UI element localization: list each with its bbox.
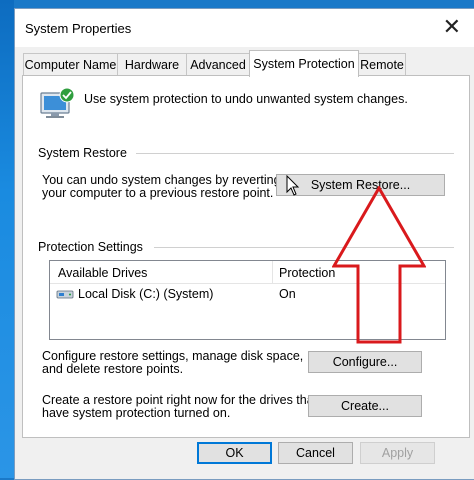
drive-name: Local Disk (C:) (System): [78, 287, 214, 301]
column-header-protection[interactable]: Protection: [279, 266, 335, 280]
tab-hardware[interactable]: Hardware: [117, 53, 187, 76]
system-properties-dialog: System Properties ✕ Computer Name Hardwa…: [14, 8, 474, 480]
tab-system-protection[interactable]: System Protection: [249, 50, 359, 77]
configure-button[interactable]: Configure...: [308, 351, 422, 373]
ok-button[interactable]: OK: [197, 442, 272, 464]
protection-settings-divider: [154, 247, 454, 248]
apply-button: Apply: [360, 442, 435, 464]
drive-protection-status: On: [279, 287, 296, 301]
column-header-available-drives[interactable]: Available Drives: [58, 266, 147, 280]
drive-row[interactable]: Local Disk (C:) (System) On: [50, 284, 445, 304]
title-bar: System Properties ✕: [15, 9, 474, 47]
drives-list[interactable]: Available Drives Protection Local Disk (…: [49, 260, 446, 340]
column-separator: [272, 261, 273, 283]
tab-advanced[interactable]: Advanced: [186, 53, 250, 76]
system-restore-button[interactable]: System Restore...: [276, 174, 445, 196]
drives-list-header: Available Drives Protection: [50, 261, 445, 284]
desktop-background: [0, 0, 14, 478]
system-restore-group-label: System Restore: [38, 146, 127, 160]
tab-computer-name[interactable]: Computer Name: [23, 53, 118, 76]
configure-text-line-2: and delete restore points.: [42, 362, 184, 376]
create-button[interactable]: Create...: [308, 395, 422, 417]
local-disk-icon: [56, 290, 74, 299]
create-text-line-2: have system protection turned on.: [42, 406, 231, 420]
system-restore-divider: [136, 153, 454, 154]
mouse-pointer-icon: [286, 175, 300, 196]
tab-panel-system-protection: Use system protection to undo unwanted s…: [22, 75, 470, 438]
window-title: System Properties: [25, 21, 132, 36]
protection-settings-group-label: Protection Settings: [38, 240, 143, 254]
close-icon[interactable]: ✕: [443, 15, 461, 40]
tab-remote[interactable]: Remote: [358, 53, 406, 76]
system-protection-icon: [40, 87, 75, 118]
cancel-button[interactable]: Cancel: [278, 442, 353, 464]
system-restore-text-line-2: your computer to a previous restore poin…: [42, 186, 274, 200]
intro-text: Use system protection to undo unwanted s…: [84, 92, 408, 106]
